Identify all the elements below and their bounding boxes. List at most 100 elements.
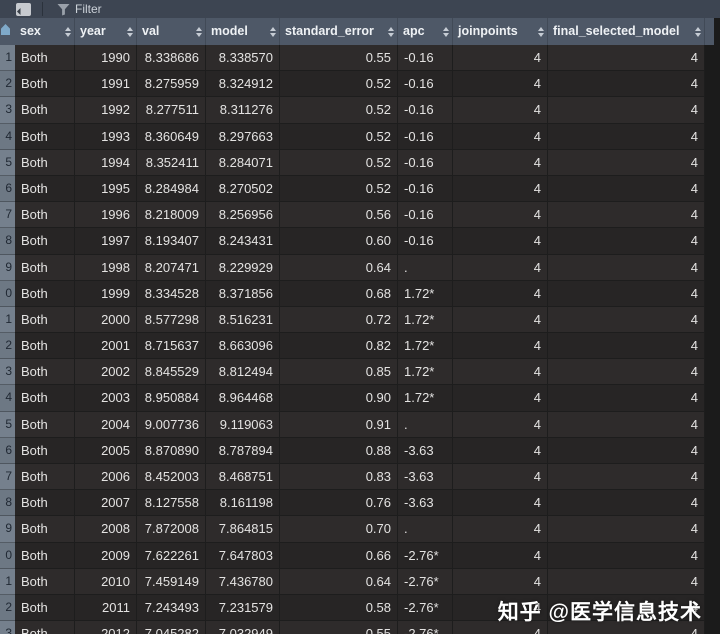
cell-model: 8.812494 xyxy=(206,359,280,385)
column-header-final-selected-model[interactable]: final_selected_model xyxy=(548,18,705,45)
cell-year: 1990 xyxy=(75,45,137,71)
sort-arrows-icon[interactable] xyxy=(538,27,544,37)
cell-val: 8.845529 xyxy=(137,359,206,385)
cell-joinpoints: 4 xyxy=(453,516,548,542)
table-row: 9 Both 1998 8.207471 8.229929 0.64 . 4 4 xyxy=(0,255,706,281)
cell-final-selected-model: 4 xyxy=(548,359,705,385)
cell-sex: Both xyxy=(15,281,75,307)
row-number: 2 xyxy=(0,333,15,359)
cell-apc: 1.72* xyxy=(398,307,453,333)
sort-arrows-icon[interactable] xyxy=(127,27,133,37)
cell-model: 7.231579 xyxy=(206,595,280,621)
cell-standard-error: 0.55 xyxy=(280,45,398,71)
row-number: 5 xyxy=(0,412,15,438)
popout-window-icon[interactable] xyxy=(16,3,31,16)
sort-arrows-icon[interactable] xyxy=(270,27,276,37)
cell-model: 8.284071 xyxy=(206,150,280,176)
cell-standard-error: 0.91 xyxy=(280,412,398,438)
cell-year: 2003 xyxy=(75,385,137,411)
column-header-year[interactable]: year xyxy=(75,18,137,45)
cell-val: 8.352411 xyxy=(137,150,206,176)
cell-apc: -0.16 xyxy=(398,228,453,254)
table-row: 8 Both 1997 8.193407 8.243431 0.60 -0.16… xyxy=(0,228,706,254)
cell-val: 8.207471 xyxy=(137,255,206,281)
sort-arrows-icon[interactable] xyxy=(695,27,701,37)
row-number: 6 xyxy=(0,438,15,464)
column-label: val xyxy=(142,24,159,38)
cell-joinpoints: 4 xyxy=(453,97,548,123)
cell-final-selected-model: 4 xyxy=(548,412,705,438)
sort-arrows-icon[interactable] xyxy=(65,27,71,37)
sort-arrows-icon[interactable] xyxy=(196,27,202,37)
cell-year: 2010 xyxy=(75,569,137,595)
filter-button[interactable]: Filter xyxy=(53,0,106,18)
row-number: 7 xyxy=(0,202,15,228)
cell-final-selected-model: 4 xyxy=(548,464,705,490)
cell-sex: Both xyxy=(15,516,75,542)
cell-model: 8.787894 xyxy=(206,438,280,464)
table-row: 4 Both 1993 8.360649 8.297663 0.52 -0.16… xyxy=(0,124,706,150)
row-number-header[interactable] xyxy=(0,18,15,45)
funnel-icon xyxy=(57,3,70,16)
cell-val: 9.007736 xyxy=(137,412,206,438)
column-header-joinpoints[interactable]: joinpoints xyxy=(453,18,548,45)
sort-arrows-icon[interactable] xyxy=(388,27,394,37)
row-number: 9 xyxy=(0,516,15,542)
cell-sex: Both xyxy=(15,464,75,490)
cell-sex: Both xyxy=(15,71,75,97)
cell-standard-error: 0.70 xyxy=(280,516,398,542)
cell-val: 8.950884 xyxy=(137,385,206,411)
column-label: joinpoints xyxy=(458,24,518,38)
cell-apc: -2.76* xyxy=(398,621,453,634)
viewer-toolbar: Filter xyxy=(0,0,720,18)
cell-final-selected-model: 4 xyxy=(548,202,705,228)
cell-model: 7.647803 xyxy=(206,543,280,569)
cell-joinpoints: 4 xyxy=(453,412,548,438)
table-body[interactable]: 1 Both 1990 8.338686 8.338570 0.55 -0.16… xyxy=(0,45,706,634)
cell-apc: 1.72* xyxy=(398,359,453,385)
cell-standard-error: 0.90 xyxy=(280,385,398,411)
column-header-sex[interactable]: sex xyxy=(15,18,75,45)
cell-standard-error: 0.88 xyxy=(280,438,398,464)
cell-final-selected-model: 4 xyxy=(548,333,705,359)
cell-joinpoints: 4 xyxy=(453,228,548,254)
cell-apc: . xyxy=(398,412,453,438)
cell-year: 2005 xyxy=(75,438,137,464)
column-header-model[interactable]: model xyxy=(206,18,280,45)
cell-year: 2008 xyxy=(75,516,137,542)
cell-apc: -0.16 xyxy=(398,202,453,228)
cell-standard-error: 0.85 xyxy=(280,359,398,385)
cell-val: 7.045282 xyxy=(137,621,206,634)
column-header-apc[interactable]: apc xyxy=(398,18,453,45)
cell-standard-error: 0.64 xyxy=(280,569,398,595)
cell-year: 2011 xyxy=(75,595,137,621)
cell-model: 7.436780 xyxy=(206,569,280,595)
cell-joinpoints: 4 xyxy=(453,176,548,202)
cell-val: 8.360649 xyxy=(137,124,206,150)
column-header-standard-error[interactable]: standard_error xyxy=(280,18,398,45)
column-header-val[interactable]: val xyxy=(137,18,206,45)
cell-sex: Both xyxy=(15,228,75,254)
cell-final-selected-model: 4 xyxy=(548,385,705,411)
toolbar-divider xyxy=(42,2,43,16)
cell-standard-error: 0.66 xyxy=(280,543,398,569)
column-label: standard_error xyxy=(285,24,374,38)
cell-apc: 1.72* xyxy=(398,385,453,411)
row-number: 3 xyxy=(0,97,15,123)
cell-val: 8.338686 xyxy=(137,45,206,71)
sort-arrows-icon[interactable] xyxy=(443,27,449,37)
cell-sex: Both xyxy=(15,385,75,411)
cell-val: 8.715637 xyxy=(137,333,206,359)
row-number: 2 xyxy=(0,71,15,97)
cell-joinpoints: 4 xyxy=(453,45,548,71)
table-row: 7 Both 1996 8.218009 8.256956 0.56 -0.16… xyxy=(0,202,706,228)
column-label: final_selected_model xyxy=(553,24,679,38)
cell-val: 7.872008 xyxy=(137,516,206,542)
cell-final-selected-model: 4 xyxy=(548,255,705,281)
cell-sex: Both xyxy=(15,124,75,150)
table-row: 5 Both 2004 9.007736 9.119063 0.91 . 4 4 xyxy=(0,412,706,438)
cell-final-selected-model: 4 xyxy=(548,228,705,254)
cell-joinpoints: 4 xyxy=(453,124,548,150)
cell-year: 2009 xyxy=(75,543,137,569)
cell-year: 1991 xyxy=(75,71,137,97)
